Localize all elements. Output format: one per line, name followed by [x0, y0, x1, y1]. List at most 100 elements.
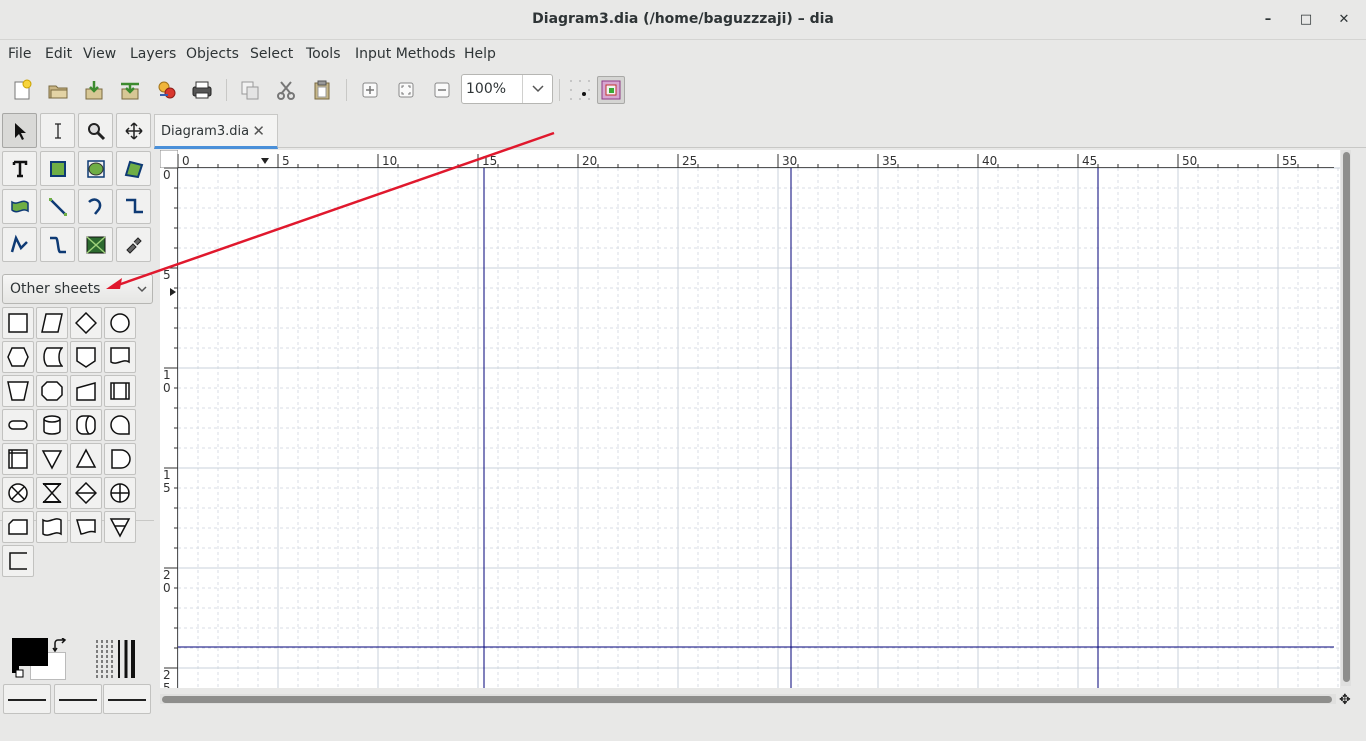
swap-colors-icon[interactable] — [52, 638, 68, 652]
text-edit-tool[interactable] — [40, 113, 75, 148]
horizontal-ruler-bg — [178, 150, 1334, 168]
zoom-fit-button[interactable] — [392, 76, 420, 104]
menu-tools[interactable]: Tools — [306, 46, 341, 62]
ruler-label: 1 — [163, 368, 171, 382]
export-button[interactable] — [152, 76, 180, 104]
horizontal-scrollbar[interactable] — [160, 694, 1336, 704]
polygon-tool[interactable] — [116, 151, 151, 186]
shape-annotation[interactable] — [2, 545, 34, 577]
shape-extract[interactable] — [70, 443, 102, 475]
shape-card[interactable] — [2, 511, 34, 543]
print-button[interactable] — [188, 76, 216, 104]
menu-input-methods[interactable]: Input Methods — [355, 46, 456, 62]
pentagon-shape-icon — [76, 347, 96, 368]
paste-button[interactable] — [308, 76, 336, 104]
shape-sequential-data[interactable] — [104, 409, 136, 441]
snap-grid-icon — [570, 80, 590, 100]
zoom-dropdown-button[interactable] — [522, 75, 552, 103]
zoom-combobox[interactable] — [461, 74, 553, 104]
shape-direct-access-storage[interactable] — [70, 409, 102, 441]
box-tool[interactable] — [40, 151, 75, 186]
shape-terminator[interactable] — [2, 409, 34, 441]
shape-magnetic-disk[interactable] — [36, 409, 68, 441]
open-button[interactable] — [44, 76, 72, 104]
menu-layers[interactable]: Layers — [130, 46, 176, 62]
new-icon — [14, 79, 32, 100]
zoom-out-button[interactable] — [428, 76, 456, 104]
close-tab-icon[interactable]: ✕ — [252, 122, 265, 140]
default-colors-icon[interactable] — [12, 666, 24, 678]
title-bar: Diagram3.dia (/home/baguzzzaji) – dia – … — [0, 0, 1366, 40]
foreground-color-swatch[interactable] — [12, 638, 48, 666]
navigation-icon[interactable]: ✥ — [1339, 692, 1355, 708]
end-arrow-selector[interactable] — [103, 684, 151, 714]
ruler-label: 0 — [163, 581, 171, 595]
shape-input-output[interactable] — [36, 307, 68, 339]
shape-connector[interactable] — [104, 307, 136, 339]
shape-offline-storage[interactable] — [104, 511, 136, 543]
horizontal-ruler: 0 5 10 15 20 25 30 35 40 45 50 55 — [177, 150, 1334, 168]
status-bar — [0, 717, 1366, 741]
shape-manual-input[interactable] — [70, 375, 102, 407]
vertical-scrollbar[interactable] — [1341, 150, 1351, 686]
save-button[interactable] — [80, 76, 108, 104]
shape-punched-tape[interactable] — [36, 511, 68, 543]
magnify-tool[interactable] — [78, 113, 113, 148]
modify-tool[interactable] — [2, 113, 37, 148]
zoom-in-button[interactable] — [356, 76, 384, 104]
ellipse-tool[interactable] — [78, 151, 113, 186]
tab-label: Diagram3.dia — [161, 124, 250, 139]
menu-file[interactable]: File — [8, 46, 31, 62]
menu-view[interactable]: View — [83, 46, 116, 62]
text-tool[interactable] — [2, 151, 37, 186]
zoom-input[interactable] — [462, 75, 524, 103]
shape-preparation[interactable] — [2, 341, 34, 373]
menu-objects[interactable]: Objects — [186, 46, 239, 62]
vertical-scroll-thumb[interactable] — [1343, 152, 1350, 682]
menu-edit[interactable]: Edit — [45, 46, 72, 62]
shape-sort[interactable] — [70, 477, 102, 509]
canvas-drawing-area[interactable]: 0 5 10 15 20 25 30 35 40 45 50 55 0510152025 — [160, 150, 1340, 688]
shape-manual-operation[interactable] — [2, 375, 34, 407]
menu-help[interactable]: Help — [464, 46, 496, 62]
punched-tape-shape-icon — [42, 518, 62, 536]
sort-shape-icon — [75, 482, 97, 504]
menu-select[interactable]: Select — [250, 46, 293, 62]
shape-stored-data[interactable] — [36, 341, 68, 373]
toolbar-separator — [559, 79, 560, 101]
shape-octagon[interactable] — [36, 375, 68, 407]
line-width-icon[interactable] — [95, 638, 137, 680]
maximize-button[interactable]: □ — [1296, 10, 1316, 30]
shape-delay[interactable] — [104, 443, 136, 475]
shape-merge[interactable] — [36, 443, 68, 475]
snap-to-grid-toggle[interactable] — [566, 76, 594, 104]
text-icon — [12, 160, 27, 177]
polygon-icon — [124, 160, 143, 178]
save-as-button[interactable] — [116, 76, 144, 104]
shape-collate[interactable] — [36, 477, 68, 509]
line-style-selector[interactable] — [54, 684, 102, 714]
start-arrow-selector[interactable] — [3, 684, 51, 714]
shape-document[interactable] — [104, 341, 136, 373]
shape-display[interactable] — [70, 511, 102, 543]
diagram-canvas[interactable]: 0 5 10 15 20 25 30 35 40 45 50 55 0510152025 — [160, 150, 1340, 688]
snap-to-objects-toggle[interactable] — [597, 76, 625, 104]
tab-diagram3[interactable]: Diagram3.dia ✕ — [154, 114, 278, 149]
close-button[interactable]: ✕ — [1334, 10, 1354, 30]
minimize-button[interactable]: – — [1258, 10, 1278, 30]
shape-offpage-connector[interactable] — [70, 341, 102, 373]
copy-button[interactable] — [236, 76, 264, 104]
shape-decision[interactable] — [70, 307, 102, 339]
shape-summing-junction[interactable] — [2, 477, 34, 509]
shape-or[interactable] — [104, 477, 136, 509]
scroll-tool[interactable] — [116, 113, 151, 148]
new-diagram-button[interactable] — [8, 76, 36, 104]
shape-predefined-process[interactable] — [104, 375, 136, 407]
cut-button[interactable] — [272, 76, 300, 104]
shape-process[interactable] — [2, 307, 34, 339]
annotation-shape-icon — [9, 552, 27, 570]
horizontal-scroll-thumb[interactable] — [162, 696, 1332, 703]
chevron-down-icon — [531, 85, 544, 93]
shape-internal-storage[interactable] — [2, 443, 34, 475]
ruler-label: 5 — [163, 681, 171, 688]
